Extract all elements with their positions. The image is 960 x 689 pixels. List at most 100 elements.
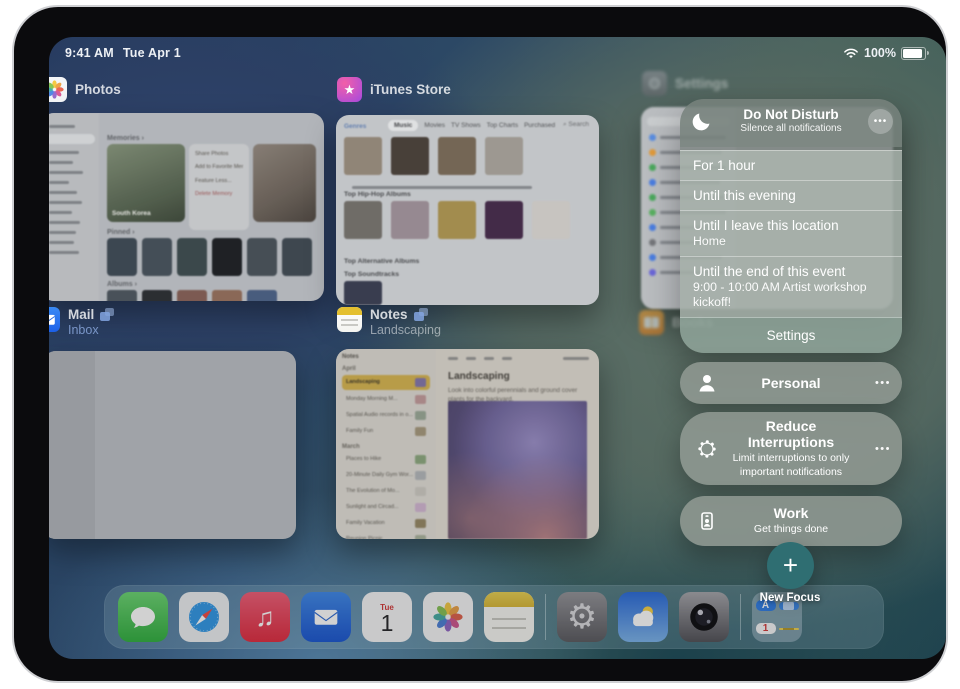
- app-library-mini-calendar: 1: [756, 623, 776, 634]
- mail-card-title: Mail: [68, 307, 94, 322]
- dock-settings-icon[interactable]: ⚙: [557, 592, 607, 642]
- focus-reduce-interruptions-button[interactable]: Reduce Interruptions Limit interruptions…: [680, 412, 902, 485]
- itunes-album-row-1: [344, 137, 523, 175]
- notes-app-card[interactable]: Notes April Landscaping Monday Morning M…: [336, 349, 599, 539]
- work-subtitle: Get things done: [710, 523, 872, 536]
- notes-app-icon: [337, 307, 362, 332]
- note-title: Landscaping: [448, 371, 510, 382]
- status-bar-left: 9:41 AM Tue Apr 1: [65, 46, 181, 60]
- status-date: Tue Apr 1: [123, 46, 181, 60]
- multiple-windows-icon: [100, 308, 114, 321]
- photos-card-title: Photos: [75, 82, 121, 97]
- photos-app-card[interactable]: Memories › South Korea Share Photos Add …: [49, 113, 324, 301]
- focus-title: Do Not Disturb: [716, 107, 866, 122]
- option-until-this-evening[interactable]: Until this evening: [680, 180, 902, 210]
- focus-work-button[interactable]: Work Get things done: [680, 496, 902, 546]
- itunes-section-alternative: Top Alternative Albums: [344, 258, 419, 265]
- dock-messages-icon[interactable]: [118, 592, 168, 642]
- memory-thumb-2: [253, 144, 316, 222]
- focus-personal-button[interactable]: Personal •••: [680, 362, 902, 404]
- person-icon: [695, 371, 719, 395]
- settings-app-icon: ⚙: [642, 71, 667, 96]
- photos-albums-header: Albums ›: [107, 281, 137, 288]
- itunes-album-row-2: [344, 201, 570, 239]
- do-not-disturb-more-button[interactable]: •••: [868, 109, 893, 134]
- dock-notes-icon[interactable]: [484, 592, 534, 642]
- mail-card-label: Mail Inbox: [49, 307, 114, 337]
- itunes-genres-link: Genres: [344, 123, 366, 130]
- notes-card-subtitle: Landscaping: [370, 323, 441, 337]
- itunes-card-title: iTunes Store: [370, 82, 451, 97]
- battery-icon: [901, 47, 926, 60]
- app-library-mini-notes: [779, 628, 799, 630]
- books-app-icon: [639, 310, 664, 335]
- personal-more-button[interactable]: •••: [875, 377, 891, 389]
- ipad-device-frame: 9:41 AM Tue Apr 1 100%: [12, 5, 948, 683]
- reduce-interruptions-icon: [695, 437, 719, 461]
- itunes-tab-bar: Music Movies TV Shows Top Charts Purchas…: [388, 120, 555, 131]
- reduce-interruptions-more-button[interactable]: •••: [875, 443, 891, 455]
- battery-percent: 100%: [864, 46, 896, 60]
- itunes-tab-movies: Movies: [424, 122, 445, 129]
- plus-icon: +: [783, 550, 798, 581]
- photos-sidebar: [49, 113, 99, 301]
- dock-calendar-icon[interactable]: Tue 1: [362, 592, 412, 642]
- focus-subtitle: Silence all notifications: [716, 123, 866, 134]
- option-for-1-hour[interactable]: For 1 hour: [680, 150, 902, 180]
- notes-card-label: Notes Landscaping: [337, 307, 441, 337]
- dock-divider: [545, 594, 546, 640]
- itunes-search: ⌕ Search: [563, 121, 589, 129]
- do-not-disturb-header: Do Not Disturb Silence all notifications…: [680, 99, 902, 147]
- itunes-tab-topcharts: Top Charts: [487, 122, 518, 129]
- dock-weather-icon[interactable]: [618, 592, 668, 642]
- focus-settings-button[interactable]: Settings: [680, 317, 902, 353]
- photos-app-icon: [49, 77, 67, 102]
- itunes-section-soundtracks: Top Soundtracks: [344, 271, 399, 278]
- itunes-tab-tvshows: TV Shows: [451, 122, 481, 129]
- calendar-day: 1: [381, 612, 394, 635]
- photos-context-menu: Share Photos Add to Favorite Memories Fe…: [189, 144, 249, 230]
- dock-music-icon[interactable]: ♫: [240, 592, 290, 642]
- work-title: Work: [730, 505, 853, 521]
- notes-sidebar: Notes April Landscaping Monday Morning M…: [336, 349, 436, 539]
- notes-group-april: April: [342, 366, 430, 372]
- mail-app-icon: [49, 307, 60, 332]
- photos-pinned-header: Pinned ›: [107, 229, 135, 236]
- settings-card-label: ⚙ Settings: [642, 71, 728, 96]
- notes-row-selected: Landscaping: [342, 375, 430, 390]
- itunes-tab-purchased: Purchased: [524, 122, 555, 129]
- notes-group-march: March: [342, 444, 430, 450]
- status-bar-right: 100%: [843, 46, 926, 60]
- personal-label: Personal: [717, 375, 864, 391]
- multiple-windows-icon: [414, 308, 428, 321]
- app-switcher-screen: 9:41 AM Tue Apr 1 100%: [49, 37, 946, 659]
- memory-thumb-south-korea: South Korea: [107, 144, 185, 222]
- itunes-soundtrack-thumb: [344, 281, 382, 305]
- mail-app-card[interactable]: [49, 351, 296, 539]
- option-until-leave-location[interactable]: Until I leave this location Home: [680, 210, 902, 256]
- work-badge-icon: [695, 509, 719, 533]
- mail-sidebar: [49, 351, 95, 539]
- itunes-store-app-card[interactable]: Genres Music Movies TV Shows Top Charts …: [336, 115, 599, 305]
- status-time: 9:41 AM: [65, 46, 114, 60]
- mail-card-subtitle: Inbox: [68, 323, 114, 337]
- memory-caption: South Korea: [112, 210, 151, 217]
- itunes-store-app-icon: ★: [337, 77, 362, 102]
- photos-pinned-row: [107, 238, 312, 276]
- itunes-tab-music: Music: [388, 120, 418, 131]
- do-not-disturb-panel: Do Not Disturb Silence all notifications…: [680, 99, 902, 353]
- settings-card-title: Settings: [675, 76, 728, 91]
- new-focus-button[interactable]: +: [767, 542, 814, 589]
- moon-icon: [691, 110, 713, 132]
- photos-albums-row: [107, 290, 277, 301]
- option-until-end-of-event[interactable]: Until the end of this event 9:00 - 10:00…: [680, 256, 902, 317]
- dock-mail-icon[interactable]: [301, 592, 351, 642]
- dock-safari-icon[interactable]: [179, 592, 229, 642]
- note-photo-iris: [448, 401, 587, 539]
- photos-memories-header: Memories ›: [107, 135, 144, 142]
- notes-sidebar-title: Notes: [342, 354, 430, 360]
- itunes-section-hiphop: Top Hip-Hop Albums: [344, 191, 411, 198]
- itunes-card-label: ★ iTunes Store: [337, 77, 451, 102]
- new-focus-label: New Focus: [720, 592, 860, 604]
- dock-photos-icon[interactable]: [423, 592, 473, 642]
